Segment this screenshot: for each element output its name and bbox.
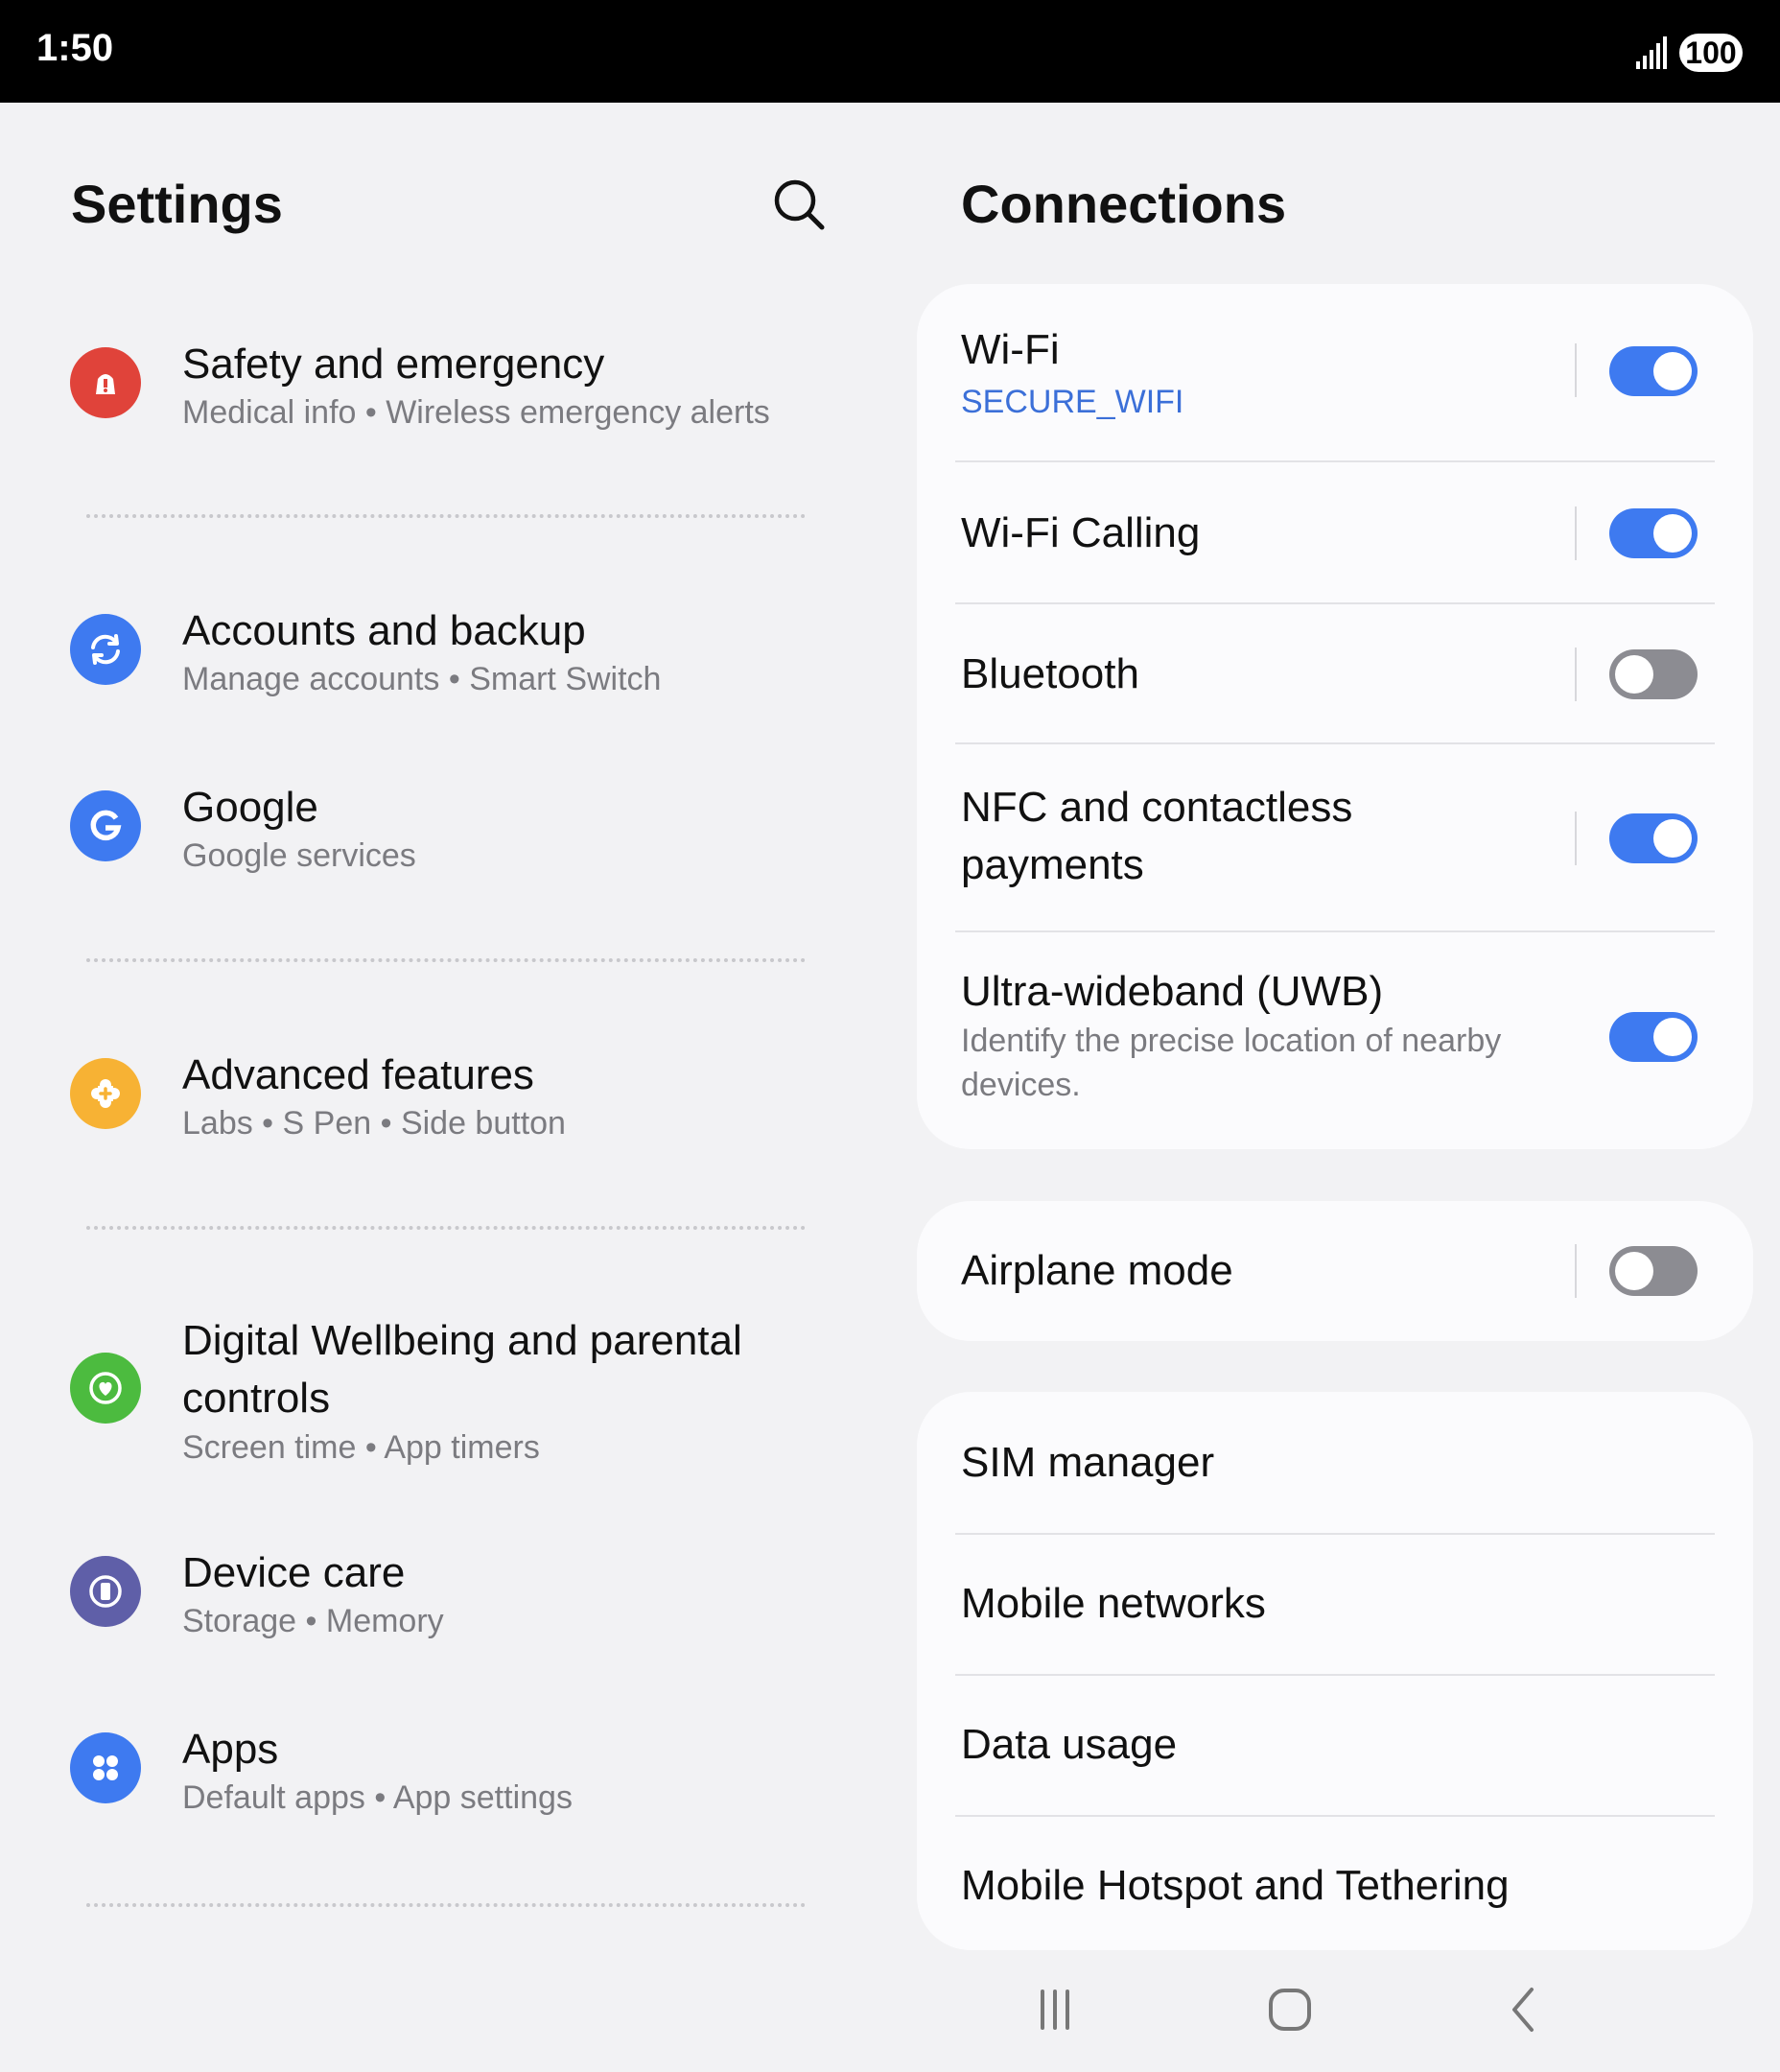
sync-icon: [70, 614, 141, 685]
airplane-row[interactable]: Airplane mode: [917, 1201, 1753, 1341]
item-subtitle: Google services: [182, 837, 416, 874]
status-bar: 1:50 100: [0, 0, 1780, 103]
wellbeing-icon: [70, 1353, 141, 1424]
item-title: Apps: [182, 1726, 279, 1773]
bluetooth-label: Bluetooth: [961, 650, 1139, 697]
settings-item-accounts[interactable]: Accounts and backup Manage accounts • Sm…: [0, 602, 863, 708]
hotspot-row[interactable]: Mobile Hotspot and Tethering: [917, 1817, 1753, 1950]
item-subtitle: Screen time • App timers: [182, 1429, 540, 1466]
device-care-icon: [70, 1556, 141, 1627]
vertical-separator: [1575, 648, 1577, 701]
item-title: Google: [182, 784, 318, 831]
wifi-calling-row[interactable]: Wi-Fi Calling: [917, 462, 1753, 604]
item-subtitle: Manage accounts • Smart Switch: [182, 661, 662, 697]
airplane-label: Airplane mode: [961, 1247, 1233, 1294]
bluetooth-row[interactable]: Bluetooth: [917, 604, 1753, 744]
puzzle-icon: [70, 1058, 141, 1129]
wifi-toggle[interactable]: [1609, 346, 1698, 396]
divider: [86, 1226, 806, 1230]
search-icon[interactable]: [767, 173, 831, 236]
divider: [86, 514, 806, 518]
connections-card-network: SIM manager Mobile networks Data usage M…: [917, 1392, 1753, 1950]
connections-title: Connections: [961, 174, 1287, 234]
divider: [86, 1903, 806, 1907]
recent-apps-icon[interactable]: [1021, 1976, 1089, 2043]
sim-manager-label: SIM manager: [961, 1439, 1215, 1486]
wifi-row[interactable]: Wi-Fi SECURE_WIFI: [917, 284, 1753, 462]
item-title: Safety and emergency: [182, 341, 605, 388]
apps-icon: [70, 1732, 141, 1803]
uwb-description: Identify the precise location of nearby …: [961, 1023, 1502, 1103]
settings-item-apps[interactable]: Apps Default apps • App settings: [0, 1721, 863, 1826]
settings-item-safety[interactable]: Safety and emergency Medical info • Wire…: [0, 336, 863, 441]
airplane-toggle[interactable]: [1609, 1246, 1698, 1296]
wifi-network-name: SECURE_WIFI: [961, 384, 1184, 420]
settings-item-advanced[interactable]: Advanced features Labs • S Pen • Side bu…: [0, 1047, 863, 1152]
back-icon[interactable]: [1491, 1976, 1558, 2043]
vertical-separator: [1575, 812, 1577, 865]
sim-manager-row[interactable]: SIM manager: [917, 1392, 1753, 1533]
item-title: Advanced features: [182, 1051, 534, 1098]
nfc-label: NFC and contactless payments: [961, 784, 1353, 888]
vertical-separator: [1575, 1244, 1577, 1298]
item-title: Digital Wellbeing and parental controls: [182, 1317, 742, 1422]
siren-icon: [70, 347, 141, 418]
navigation-bar: [997, 1976, 1592, 2043]
connections-card-primary: Wi-Fi SECURE_WIFI Wi-Fi Calling Bluetoot…: [917, 284, 1753, 1149]
divider: [86, 958, 806, 962]
bluetooth-toggle[interactable]: [1609, 649, 1698, 699]
wifi-calling-label: Wi-Fi Calling: [961, 509, 1201, 556]
battery-indicator: 100: [1679, 34, 1743, 72]
uwb-toggle[interactable]: [1609, 1012, 1698, 1062]
hotspot-label: Mobile Hotspot and Tethering: [961, 1862, 1510, 1909]
nfc-row[interactable]: NFC and contactless payments: [917, 744, 1753, 932]
nfc-toggle[interactable]: [1609, 813, 1698, 863]
settings-item-google[interactable]: Google Google services: [0, 779, 863, 884]
vertical-separator: [1575, 343, 1577, 397]
data-usage-label: Data usage: [961, 1721, 1178, 1768]
item-title: Device care: [182, 1549, 406, 1596]
status-time: 1:50: [36, 27, 114, 69]
wifi-calling-toggle[interactable]: [1609, 508, 1698, 558]
settings-item-wellbeing[interactable]: Digital Wellbeing and parental controls …: [0, 1312, 863, 1475]
settings-item-device-care[interactable]: Device care Storage • Memory: [0, 1544, 863, 1650]
settings-title: Settings: [71, 174, 283, 234]
mobile-networks-row[interactable]: Mobile networks: [917, 1535, 1753, 1674]
connections-card-airplane: Airplane mode: [917, 1201, 1753, 1341]
mobile-networks-label: Mobile networks: [961, 1580, 1266, 1627]
item-title: Accounts and backup: [182, 607, 586, 654]
vertical-separator: [1575, 506, 1577, 560]
google-icon: [70, 790, 141, 861]
item-subtitle: Labs • S Pen • Side button: [182, 1105, 566, 1142]
signal-icon: [1636, 36, 1667, 69]
item-subtitle: Default apps • App settings: [182, 1779, 573, 1816]
home-icon[interactable]: [1256, 1976, 1323, 2043]
wifi-label: Wi-Fi: [961, 326, 1060, 373]
data-usage-row[interactable]: Data usage: [917, 1676, 1753, 1815]
item-subtitle: Storage • Memory: [182, 1603, 444, 1639]
item-subtitle: Medical info • Wireless emergency alerts: [182, 394, 770, 431]
uwb-label: Ultra-wideband (UWB): [961, 968, 1384, 1015]
uwb-row[interactable]: Ultra-wideband (UWB) Identify the precis…: [917, 932, 1753, 1149]
